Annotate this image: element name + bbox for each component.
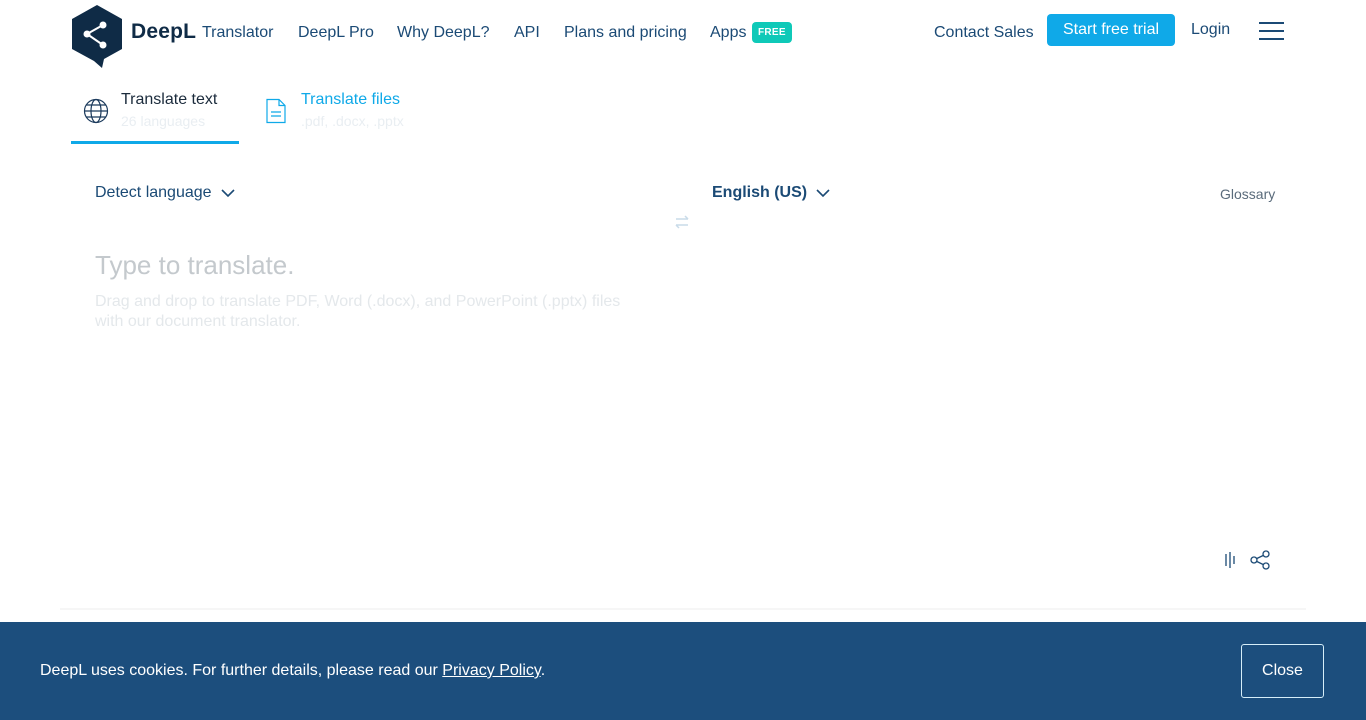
target-language-label: English (US) bbox=[712, 184, 808, 201]
tab-translate-files-subtitle: .pdf, .docx, .pptx bbox=[301, 113, 404, 129]
nav-plans-pricing[interactable]: Plans and pricing bbox=[564, 24, 687, 42]
drag-drop-hint: Drag and drop to translate PDF, Word (.d… bbox=[95, 293, 621, 330]
privacy-policy-link[interactable]: Privacy Policy bbox=[442, 662, 540, 679]
tab-translate-text-label: Translate text bbox=[121, 91, 218, 108]
deepl-logo[interactable] bbox=[70, 4, 124, 68]
tab-translate-text-subtitle: 26 languages bbox=[121, 113, 206, 129]
hamburger-menu-icon[interactable] bbox=[1259, 22, 1284, 41]
brand-subtitle[interactable]: Translator bbox=[202, 24, 273, 42]
cookie-message-suffix: . bbox=[540, 662, 546, 679]
top-navigation: DeepL Translator DeepL Pro Why DeepL? AP… bbox=[0, 0, 1366, 68]
document-icon bbox=[266, 98, 286, 124]
deepl-translator-page: DeepL Translator DeepL Pro Why DeepL? AP… bbox=[0, 0, 1366, 720]
nav-apps[interactable]: Apps bbox=[710, 24, 746, 42]
nav-why-deepl[interactable]: Why DeepL? bbox=[397, 24, 490, 42]
target-language-select[interactable]: English (US) bbox=[712, 184, 831, 202]
login-link[interactable]: Login bbox=[1191, 21, 1230, 39]
apps-free-badge: FREE bbox=[752, 22, 792, 43]
nav-deepl-pro[interactable]: DeepL Pro bbox=[298, 24, 374, 42]
share-icon[interactable] bbox=[1248, 548, 1272, 572]
panel-divider bbox=[60, 608, 1306, 610]
glossary-button[interactable]: Glossary bbox=[1220, 186, 1275, 202]
swap-icon[interactable] bbox=[673, 213, 691, 231]
source-language-label: Detect language bbox=[95, 184, 212, 201]
nav-api[interactable]: API bbox=[514, 24, 540, 42]
start-free-trial-button[interactable]: Start free trial bbox=[1047, 14, 1175, 46]
globe-icon bbox=[83, 98, 109, 124]
chevron-down-icon bbox=[816, 189, 830, 198]
tab-translate-files-label: Translate files bbox=[301, 91, 400, 108]
source-language-select[interactable]: Detect language bbox=[95, 184, 236, 202]
tab-translate-files[interactable]: Translate files .pdf, .docx, .pptx bbox=[258, 84, 428, 144]
cookie-close-button[interactable]: Close bbox=[1241, 644, 1324, 698]
tab-translate-text[interactable]: Translate text 26 languages bbox=[71, 84, 239, 144]
cookie-message-text: DeepL uses cookies. For further details,… bbox=[40, 662, 438, 679]
chevron-down-icon bbox=[220, 189, 235, 198]
brand-name[interactable]: DeepL bbox=[131, 20, 196, 44]
nav-contact-sales[interactable]: Contact Sales bbox=[934, 24, 1034, 42]
cookie-message: DeepL uses cookies. For further details,… bbox=[40, 662, 545, 680]
feedback-icon[interactable] bbox=[1218, 548, 1242, 572]
cookie-banner: DeepL uses cookies. For further details,… bbox=[0, 622, 1366, 720]
